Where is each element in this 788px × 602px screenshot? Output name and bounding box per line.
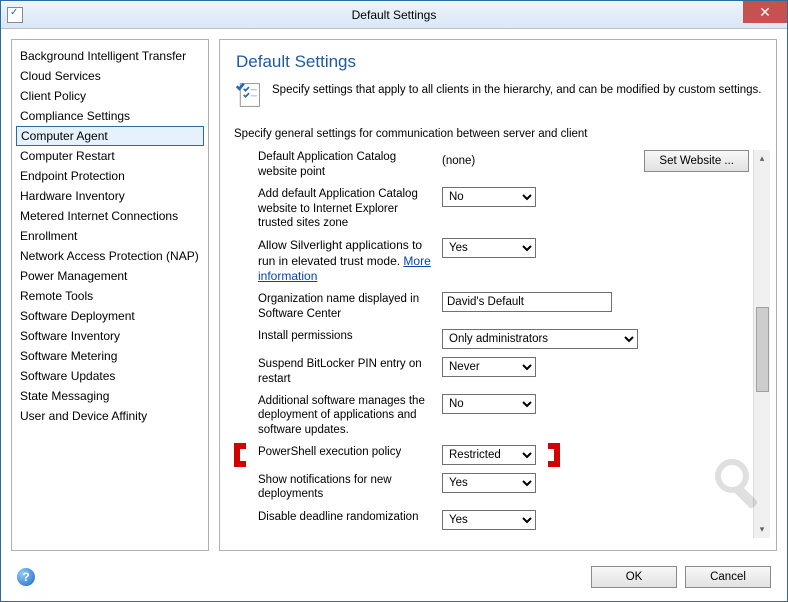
label-silverlight: Allow Silverlight applications to run in… bbox=[258, 238, 434, 284]
main-panel: Default Settings Specify settings that a… bbox=[219, 39, 777, 550]
settings-window: Default Settings ✕ Background Intelligen… bbox=[0, 0, 788, 602]
sidebar-item-sw-inventory[interactable]: Software Inventory bbox=[12, 326, 208, 346]
scroll-thumb[interactable] bbox=[756, 307, 769, 392]
row-deadline: Disable deadline randomization Yes bbox=[258, 510, 749, 530]
page-title: Default Settings bbox=[236, 52, 772, 72]
select-silverlight[interactable]: Yes bbox=[442, 238, 536, 258]
label-addl-software: Additional software manages the deployme… bbox=[258, 394, 434, 437]
label-catalog-point: Default Application Catalog website poin… bbox=[258, 150, 434, 179]
row-notifications: Show notifications for new deployments Y… bbox=[258, 473, 749, 502]
sidebar-item-power[interactable]: Power Management bbox=[12, 266, 208, 286]
content-area: Background Intelligent Transfer Cloud Se… bbox=[1, 29, 787, 560]
sidebar-item-computer-agent[interactable]: Computer Agent bbox=[16, 126, 204, 146]
row-addl-software: Additional software manages the deployme… bbox=[258, 394, 749, 437]
sidebar-item-state-msg[interactable]: State Messaging bbox=[12, 386, 208, 406]
row-catalog-point: Default Application Catalog website poin… bbox=[258, 150, 749, 179]
sidebar-item-remote[interactable]: Remote Tools bbox=[12, 286, 208, 306]
label-bitlocker: Suspend BitLocker PIN entry on restart bbox=[258, 357, 434, 386]
select-addl-software[interactable]: No bbox=[442, 394, 536, 414]
section-label: Specify general settings for communicati… bbox=[234, 128, 772, 140]
highlight-bracket-left bbox=[234, 443, 246, 467]
scroll-up-arrow[interactable]: ▴ bbox=[755, 150, 770, 167]
scroll-down-arrow[interactable]: ▾ bbox=[755, 521, 770, 538]
cancel-button[interactable]: Cancel bbox=[685, 566, 771, 588]
highlight-bracket-right bbox=[548, 443, 560, 467]
titlebar: Default Settings ✕ bbox=[1, 1, 787, 29]
sidebar-item-cloud[interactable]: Cloud Services bbox=[12, 66, 208, 86]
help-icon[interactable]: ? bbox=[17, 568, 35, 586]
label-trusted-zone: Add default Application Catalog website … bbox=[258, 187, 434, 230]
sidebar-item-endpoint[interactable]: Endpoint Protection bbox=[12, 166, 208, 186]
checklist-icon bbox=[234, 80, 264, 110]
category-sidebar[interactable]: Background Intelligent Transfer Cloud Se… bbox=[11, 39, 209, 550]
select-install-perm[interactable]: Only administrators bbox=[442, 329, 638, 349]
row-silverlight: Allow Silverlight applications to run in… bbox=[258, 238, 749, 284]
sidebar-item-metered[interactable]: Metered Internet Connections bbox=[12, 206, 208, 226]
sidebar-item-bits[interactable]: Background Intelligent Transfer bbox=[12, 46, 208, 66]
row-trusted-zone: Add default Application Catalog website … bbox=[258, 187, 749, 230]
select-trusted-zone[interactable]: No bbox=[442, 187, 536, 207]
sidebar-item-user-affinity[interactable]: User and Device Affinity bbox=[12, 406, 208, 426]
label-notifications: Show notifications for new deployments bbox=[258, 473, 434, 502]
label-install-perm: Install permissions bbox=[258, 329, 434, 343]
page-subtitle: Specify settings that apply to all clien… bbox=[272, 80, 761, 96]
label-deadline: Disable deadline randomization bbox=[258, 510, 434, 524]
value-catalog-point: (none) bbox=[442, 155, 536, 167]
select-notifications[interactable]: Yes bbox=[442, 473, 536, 493]
set-website-button[interactable]: Set Website ... bbox=[644, 150, 749, 172]
app-icon bbox=[7, 7, 23, 23]
select-deadline[interactable]: Yes bbox=[442, 510, 536, 530]
window-title: Default Settings bbox=[352, 8, 437, 22]
sidebar-item-nap[interactable]: Network Access Protection (NAP) bbox=[12, 246, 208, 266]
label-org-name: Organization name displayed in Software … bbox=[258, 292, 434, 321]
settings-list: Default Application Catalog website poin… bbox=[234, 150, 753, 537]
close-button[interactable]: ✕ bbox=[743, 1, 787, 23]
ok-button[interactable]: OK bbox=[591, 566, 677, 588]
dialog-footer: ? OK Cancel bbox=[1, 561, 787, 601]
sidebar-item-sw-metering[interactable]: Software Metering bbox=[12, 346, 208, 366]
label-powershell: PowerShell execution policy bbox=[258, 445, 434, 459]
input-org-name[interactable] bbox=[442, 292, 612, 312]
select-powershell[interactable]: Restricted bbox=[442, 445, 536, 465]
row-bitlocker: Suspend BitLocker PIN entry on restart N… bbox=[258, 357, 749, 386]
vertical-scrollbar[interactable]: ▴ ▾ bbox=[753, 150, 770, 537]
header-row: Specify settings that apply to all clien… bbox=[234, 80, 772, 110]
scroll-track[interactable] bbox=[755, 167, 770, 520]
row-install-perm: Install permissions Only administrators bbox=[258, 329, 749, 349]
sidebar-item-compliance[interactable]: Compliance Settings bbox=[12, 106, 208, 126]
sidebar-item-client-policy[interactable]: Client Policy bbox=[12, 86, 208, 106]
settings-container: Default Application Catalog website poin… bbox=[234, 150, 772, 537]
row-powershell: PowerShell execution policy Restricted bbox=[258, 445, 749, 465]
select-bitlocker[interactable]: Never bbox=[442, 357, 536, 377]
sidebar-item-sw-deploy[interactable]: Software Deployment bbox=[12, 306, 208, 326]
sidebar-item-sw-updates[interactable]: Software Updates bbox=[12, 366, 208, 386]
sidebar-item-enrollment[interactable]: Enrollment bbox=[12, 226, 208, 246]
row-org-name: Organization name displayed in Software … bbox=[258, 292, 749, 321]
sidebar-item-restart[interactable]: Computer Restart bbox=[12, 146, 208, 166]
sidebar-item-hardware[interactable]: Hardware Inventory bbox=[12, 186, 208, 206]
